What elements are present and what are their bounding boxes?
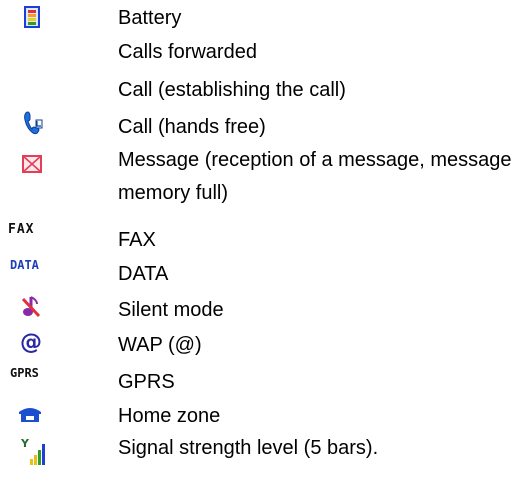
legend-label-wap: WAP (@) bbox=[118, 334, 202, 356]
wap-at-icon-text: @ bbox=[20, 330, 42, 355]
legend-label-signal-strength: Signal strength level (5 bars). bbox=[118, 437, 379, 459]
battery-icon bbox=[0, 5, 90, 29]
wap-at-icon: @ bbox=[0, 330, 90, 360]
legend-label-data: DATA bbox=[118, 263, 169, 285]
legend-label-battery: Battery bbox=[118, 7, 182, 29]
silent-mode-icon bbox=[0, 294, 90, 324]
signal-strength-icon: Y bbox=[0, 435, 90, 469]
legend-label-home-zone: Home zone bbox=[118, 405, 221, 427]
envelope-icon bbox=[0, 150, 90, 180]
fax-icon-text: FAX bbox=[8, 222, 35, 237]
legend-label-hands-free: Call (hands free) bbox=[118, 116, 266, 138]
legend-label-silent-mode: Silent mode bbox=[118, 299, 224, 321]
legend-label-gprs: GPRS bbox=[118, 371, 175, 393]
signal-antenna-glyph: Y bbox=[21, 437, 29, 450]
legend-label-call-establishing: Call (establishing the call) bbox=[118, 79, 346, 101]
status-icon-legend: Battery Calls forwarded Call (establishi… bbox=[0, 0, 531, 483]
handset-icon bbox=[0, 108, 90, 138]
legend-label-calls-forwarded: Calls forwarded bbox=[118, 41, 257, 63]
data-icon: DATA bbox=[0, 258, 90, 284]
fax-icon: FAX bbox=[0, 222, 90, 250]
legend-label-message: Message (reception of a message, message… bbox=[118, 149, 512, 204]
home-zone-icon bbox=[0, 402, 90, 426]
gprs-icon-text: GPRS bbox=[10, 366, 39, 380]
legend-label-fax: FAX bbox=[118, 229, 156, 251]
gprs-icon: GPRS bbox=[0, 366, 90, 392]
data-icon-text: DATA bbox=[10, 258, 39, 272]
